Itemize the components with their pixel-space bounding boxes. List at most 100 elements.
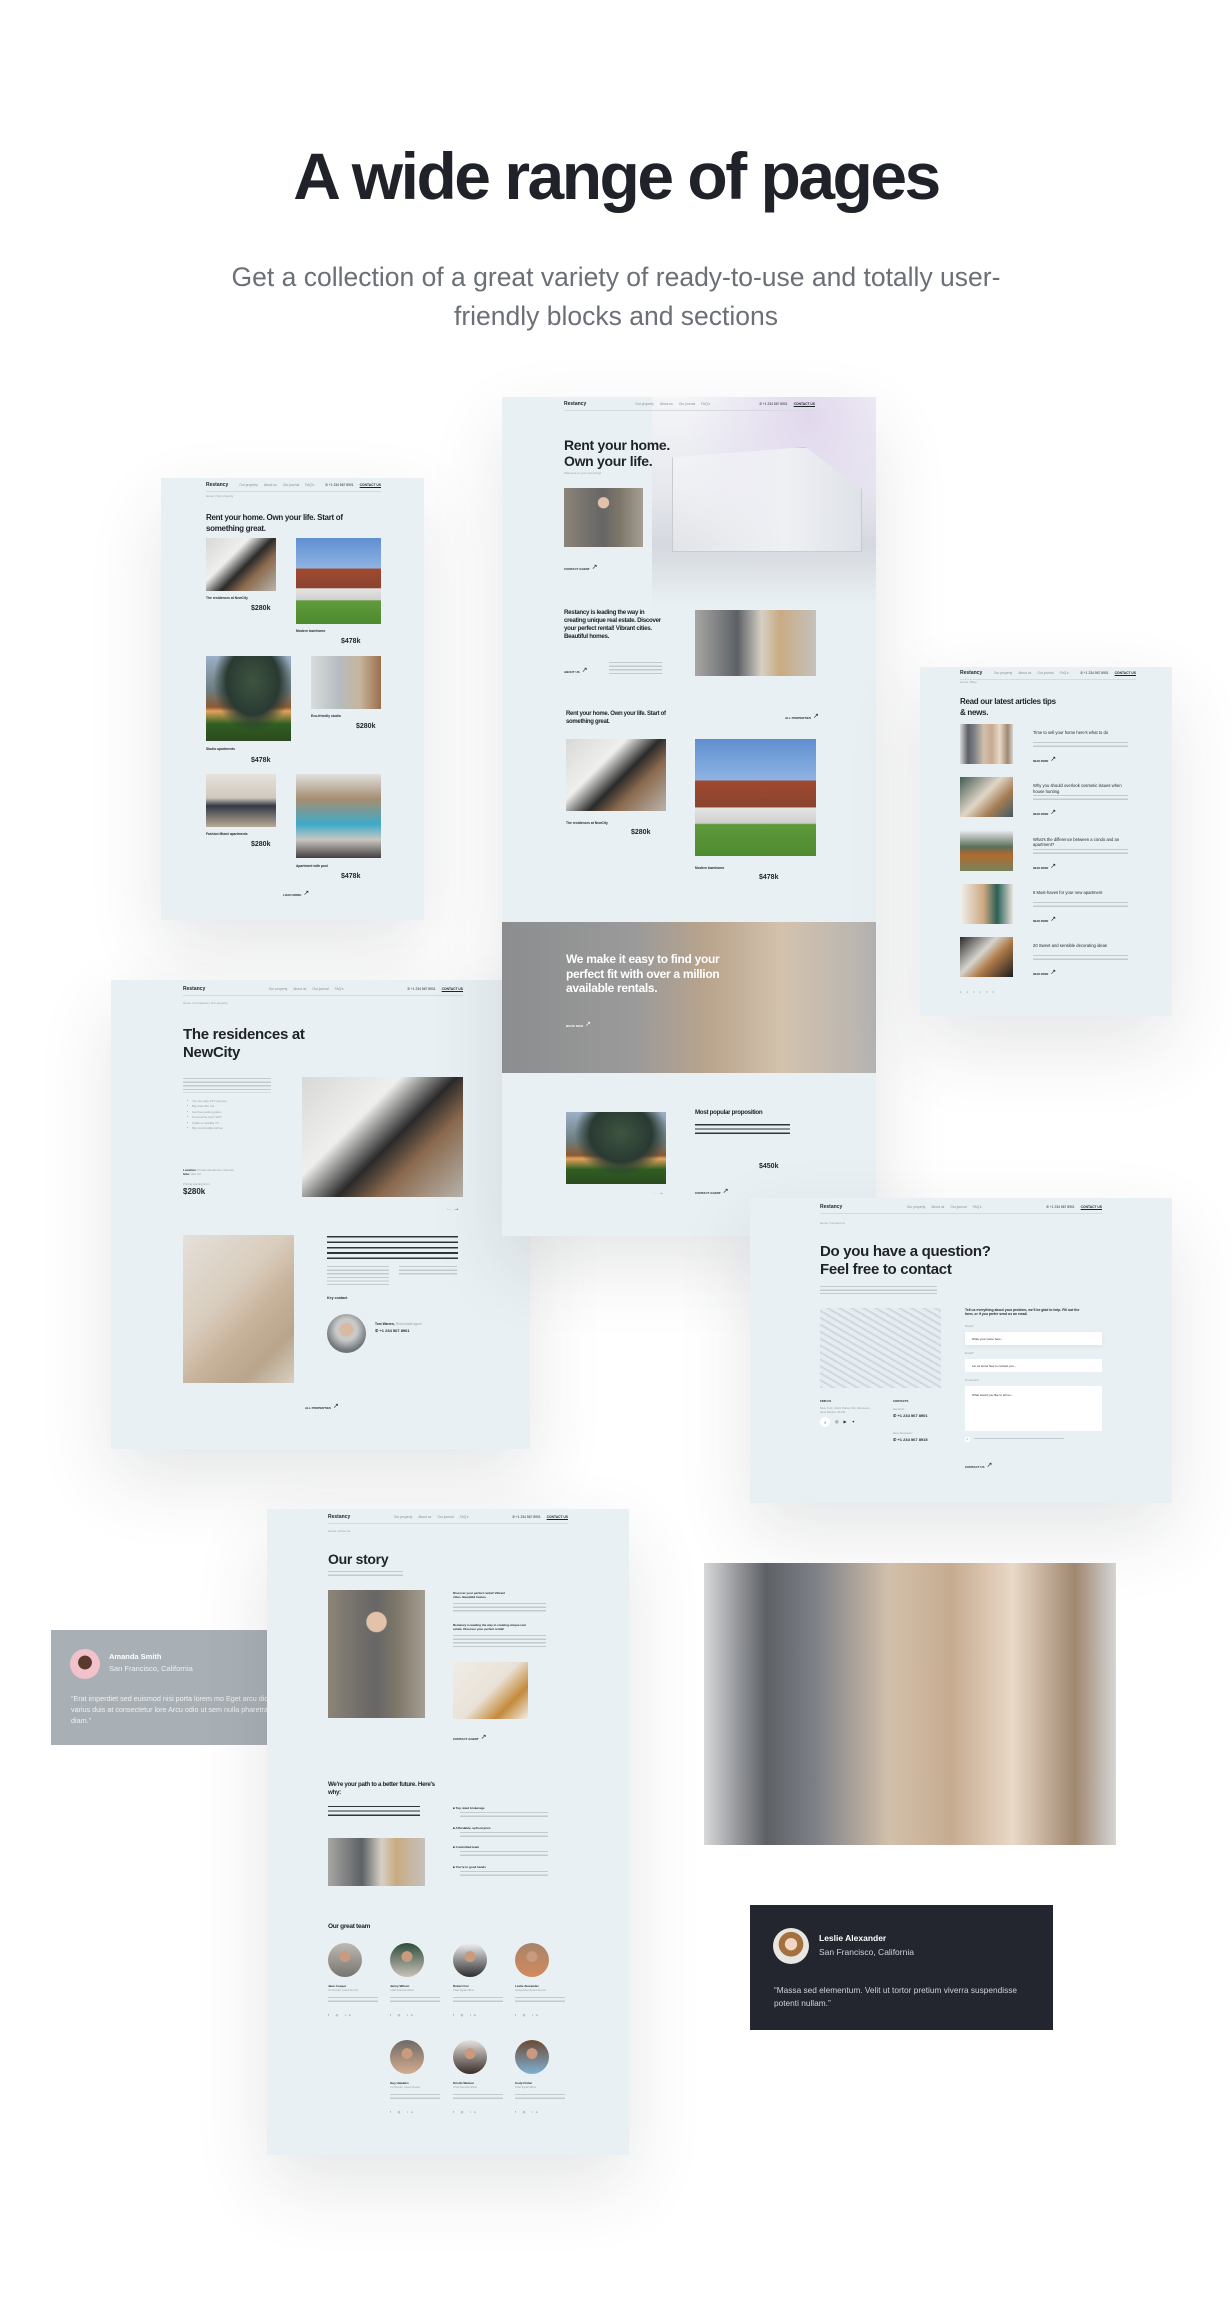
logo[interactable]: Restancy <box>960 670 982 676</box>
logo[interactable]: Restancy <box>328 1514 350 1520</box>
team-social-icons[interactable]: f ◎ in <box>328 2013 353 2017</box>
nav-item[interactable]: Our property <box>907 1205 926 1209</box>
nav-phone[interactable]: ✆ +1 234 567 8901 <box>325 483 354 487</box>
nav-item[interactable]: About us <box>1018 671 1031 675</box>
article-photo[interactable] <box>960 724 1013 764</box>
nav-item[interactable]: Our journal <box>283 483 299 487</box>
article-title[interactable]: 6 Must-haves for your new apartment <box>1033 890 1128 895</box>
nav-item[interactable]: Our journal <box>1037 671 1053 675</box>
instagram-icon[interactable]: ◎ <box>835 1417 839 1427</box>
nav-item[interactable]: FAQ's <box>1060 671 1069 675</box>
nav-item[interactable]: About us <box>931 1205 944 1209</box>
load-more-button[interactable]: LOAD MORE ↗ <box>283 890 309 897</box>
nav-item[interactable]: FAQ's <box>701 402 710 406</box>
nav-item[interactable]: FAQ's <box>335 987 344 991</box>
read-more-button[interactable]: READ MORE ↗ <box>1033 756 1056 763</box>
article-photo[interactable] <box>960 830 1013 871</box>
terms-checkbox[interactable]: ✓ <box>965 1437 970 1442</box>
nav-phone[interactable]: ✆ +1 234 567 8901 <box>1046 1205 1075 1209</box>
contact-agent-button[interactable]: CONTACT AGENT ↗ <box>564 564 598 571</box>
contact-agent-button[interactable]: CONTACT AGENT ↗ <box>453 1734 487 1741</box>
business-phone[interactable]: ✆ +1 234 567 8915 <box>893 1437 928 1442</box>
nav-item[interactable]: Our property <box>269 987 288 991</box>
read-more-button[interactable]: READ MORE ↗ <box>1033 916 1056 923</box>
nav-phone[interactable]: ✆ +1 234 567 8901 <box>512 1515 541 1519</box>
nav-item[interactable]: Our property <box>635 402 654 406</box>
article-title[interactable]: 20 Sweet and sensible decorating ideas <box>1033 943 1128 948</box>
read-more-button[interactable]: READ MORE ↗ <box>1033 809 1056 816</box>
nav-item[interactable]: About us <box>660 402 673 406</box>
property-photo[interactable] <box>206 774 276 827</box>
nav-item[interactable]: FAQ's <box>460 1515 469 1519</box>
carousel-arrows[interactable]: ← → <box>652 1190 663 1196</box>
name-input[interactable]: Write your name here... <box>965 1332 1102 1345</box>
property-photo[interactable] <box>296 774 381 858</box>
email-input[interactable]: Let us know how to contact you... <box>965 1359 1102 1372</box>
map[interactable] <box>820 1308 941 1388</box>
team-social-icons[interactable]: f ◎ in <box>390 2110 415 2114</box>
nav-item[interactable]: Our journal <box>312 987 328 991</box>
contact-us-button[interactable]: CONTACT US <box>442 987 463 991</box>
nav-item[interactable]: Our journal <box>437 1515 453 1519</box>
nav-item[interactable]: Our journal <box>679 402 695 406</box>
read-more-button[interactable]: READ MORE ↗ <box>1033 863 1056 870</box>
nav-item[interactable]: About us <box>293 987 306 991</box>
agent-phone[interactable]: ✆ +1 234 567 8901 <box>375 1328 410 1333</box>
article-photo[interactable] <box>960 883 1013 924</box>
contact-us-button[interactable]: CONTACT US <box>1115 671 1136 675</box>
arrow-right-icon[interactable]: → <box>454 1206 460 1212</box>
team-social-icons[interactable]: f ◎ in <box>453 2013 478 2017</box>
contact-us-button[interactable]: CONTACT US <box>1081 1205 1102 1209</box>
property-photo[interactable] <box>206 538 276 591</box>
all-properties-button[interactable]: ALL PROPERTIES ↗ <box>785 713 819 720</box>
team-social-icons[interactable]: f ◎ in <box>453 2110 478 2114</box>
read-more-button[interactable]: READ MORE ↗ <box>1033 969 1056 976</box>
property-photo[interactable] <box>566 739 666 811</box>
arrow-left-icon[interactable]: ← <box>652 1190 657 1196</box>
nav-phone[interactable]: ✆ +1 234 567 8901 <box>407 987 436 991</box>
property-photo[interactable] <box>206 656 291 741</box>
nav-phone[interactable]: ✆ +1 234 567 8901 <box>1080 671 1109 675</box>
nav-item[interactable]: Our property <box>394 1515 413 1519</box>
logo[interactable]: Restancy <box>206 482 228 488</box>
article-photo[interactable] <box>960 937 1013 978</box>
nav-phone[interactable]: ✆ +1 234 567 8901 <box>759 402 788 406</box>
arrow-left-icon[interactable]: ← <box>446 1206 452 1212</box>
pagination[interactable]: 1 2 3 4 5 6 <box>960 990 996 994</box>
carousel-arrows[interactable]: ← → <box>446 1206 460 1212</box>
nav-item[interactable]: About us <box>418 1515 431 1519</box>
nav-item[interactable]: FAQ's <box>305 483 314 487</box>
about-us-button[interactable]: ABOUT US ↗ <box>564 667 588 674</box>
article-title[interactable]: Why you should overlook cosmetic issues … <box>1033 783 1128 794</box>
contact-us-button[interactable]: CONTACT US <box>547 1515 568 1519</box>
nav-item[interactable]: Our property <box>239 483 258 487</box>
property-photo[interactable] <box>296 538 381 624</box>
nav-item[interactable]: FAQ's <box>973 1205 982 1209</box>
article-title[interactable]: Time to sell your home here's what to do <box>1033 730 1128 735</box>
nav-item[interactable]: Our journal <box>950 1205 966 1209</box>
contact-us-button[interactable]: CONTACT US <box>360 483 381 487</box>
team-social-icons[interactable]: f ◎ in <box>390 2013 415 2017</box>
facebook-icon[interactable]: f <box>820 1417 830 1427</box>
general-phone[interactable]: ✆ +1 234 567 8901 <box>893 1413 928 1418</box>
logo[interactable]: Restancy <box>183 986 205 992</box>
comment-textarea[interactable]: What would you like to tell us... <box>965 1386 1102 1431</box>
all-properties-button[interactable]: ALL PROPERTIES ↗ <box>305 1403 339 1410</box>
article-title[interactable]: What's the difference between a condo an… <box>1033 837 1128 848</box>
nav-item[interactable]: About us <box>264 483 277 487</box>
team-social-icons[interactable]: f ◎ in <box>515 2110 540 2114</box>
logo[interactable]: Restancy <box>820 1204 842 1210</box>
arrow-right-icon[interactable]: → <box>658 1190 663 1196</box>
twitter-icon[interactable]: ✦ <box>852 1417 855 1427</box>
nav-item[interactable]: Our property <box>994 671 1013 675</box>
contact-us-button[interactable]: CONTACT US <box>794 402 815 406</box>
contact-submit-button[interactable]: CONTACT US ↗ <box>965 1462 992 1469</box>
property-photo[interactable] <box>311 656 381 709</box>
property-photo[interactable] <box>695 739 816 856</box>
youtube-icon[interactable]: ▶ <box>844 1417 847 1427</box>
team-social-icons[interactable]: f ◎ in <box>515 2013 540 2017</box>
article-photo[interactable] <box>960 777 1013 818</box>
contact-agent-button[interactable]: CONTACT AGENT ↗ <box>695 1188 729 1195</box>
logo[interactable]: Restancy <box>564 401 586 407</box>
book-now-button[interactable]: BOOK NOW ↗ <box>566 1021 591 1028</box>
